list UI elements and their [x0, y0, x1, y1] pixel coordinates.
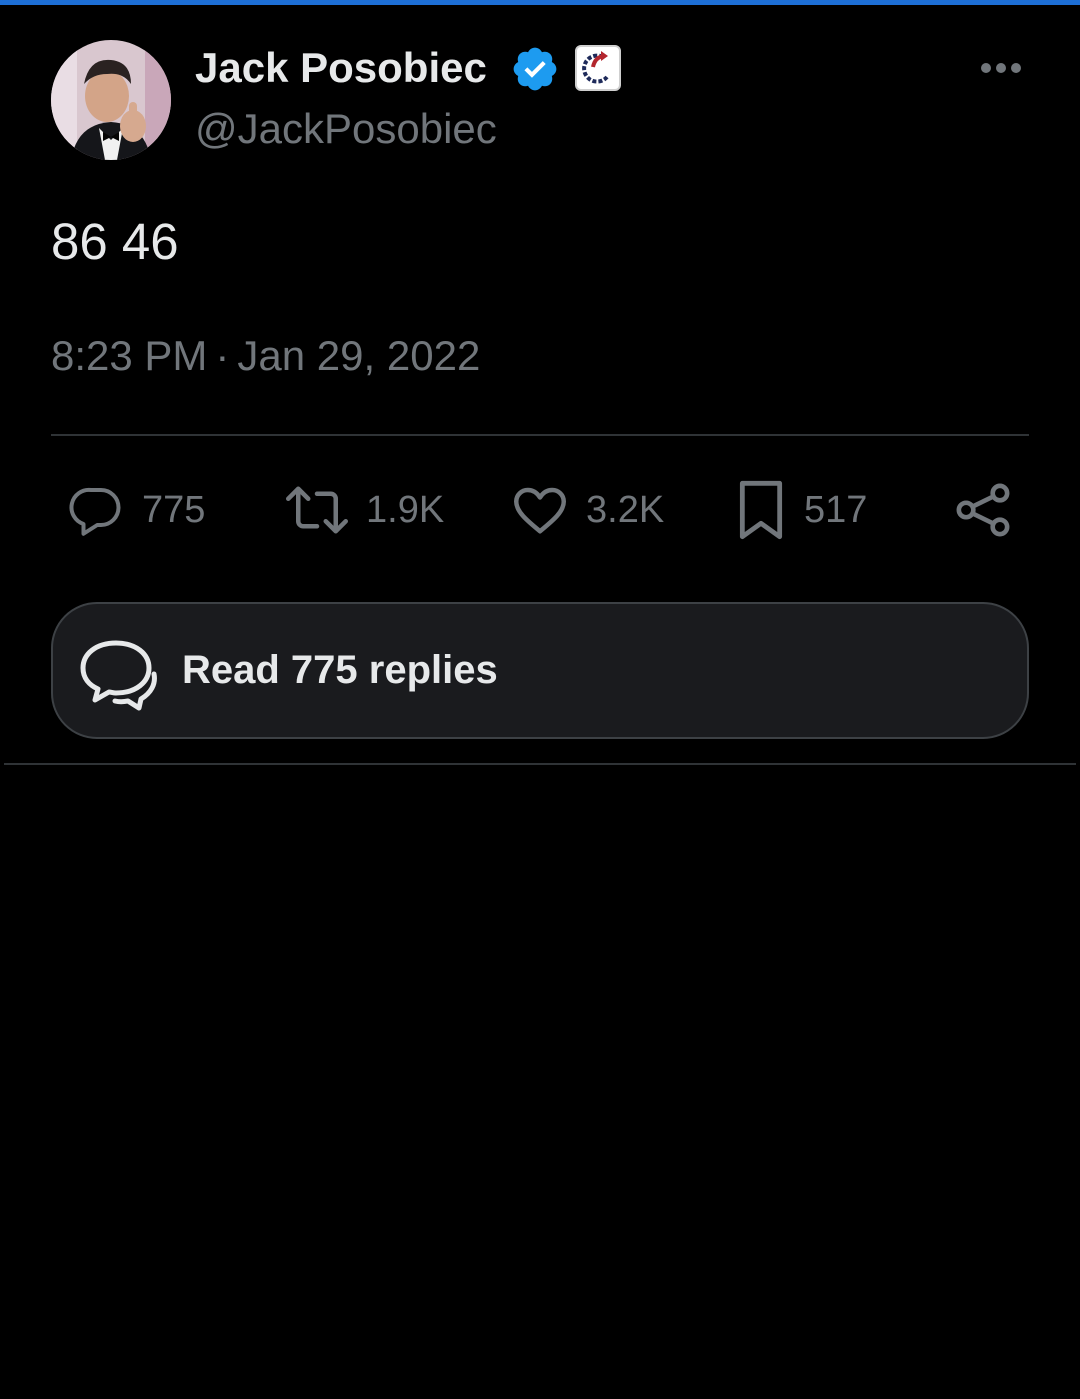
repost-count: 1.9K [366, 488, 445, 531]
like-count: 3.2K [586, 488, 665, 531]
bookmark-button[interactable]: 517 [734, 478, 867, 542]
divider [51, 434, 1029, 436]
share-button[interactable] [954, 478, 1012, 542]
tweet-timestamp[interactable]: 8:23 PM · Jan 29, 2022 [51, 330, 480, 382]
share-icon [956, 483, 1010, 537]
bookmark-icon [739, 480, 783, 540]
affiliation-logo-icon [582, 51, 609, 84]
reply-icon [69, 487, 121, 536]
affiliation-badge-icon[interactable] [575, 45, 621, 91]
timestamp-separator: · [215, 332, 230, 379]
tweet-time: 8:23 PM [51, 332, 208, 379]
divider [4, 763, 1076, 765]
verified-badge-icon[interactable] [510, 44, 560, 94]
avatar-image [51, 40, 171, 160]
reply-button[interactable]: 775 [66, 478, 205, 542]
author-handle[interactable]: @JackPosobiec [195, 104, 497, 154]
heart-icon [514, 487, 566, 534]
top-accent-bar [0, 0, 1080, 5]
repost-button[interactable]: 1.9K [284, 478, 444, 542]
reply-count: 775 [142, 488, 206, 531]
tweet-text: 86 46 [51, 213, 179, 270]
more-options-button[interactable] [972, 50, 1030, 86]
tweet-date: Jan 29, 2022 [237, 332, 481, 379]
chat-bubbles-icon [80, 640, 157, 711]
like-button[interactable]: 3.2K [510, 478, 664, 542]
avatar[interactable] [51, 40, 171, 160]
read-replies-label: Read 775 replies [182, 648, 498, 692]
more-dots-icon [981, 63, 1021, 73]
bookmark-count: 517 [804, 488, 868, 531]
author-display-name[interactable]: Jack Posobiec [195, 42, 487, 94]
repost-icon [286, 486, 348, 534]
